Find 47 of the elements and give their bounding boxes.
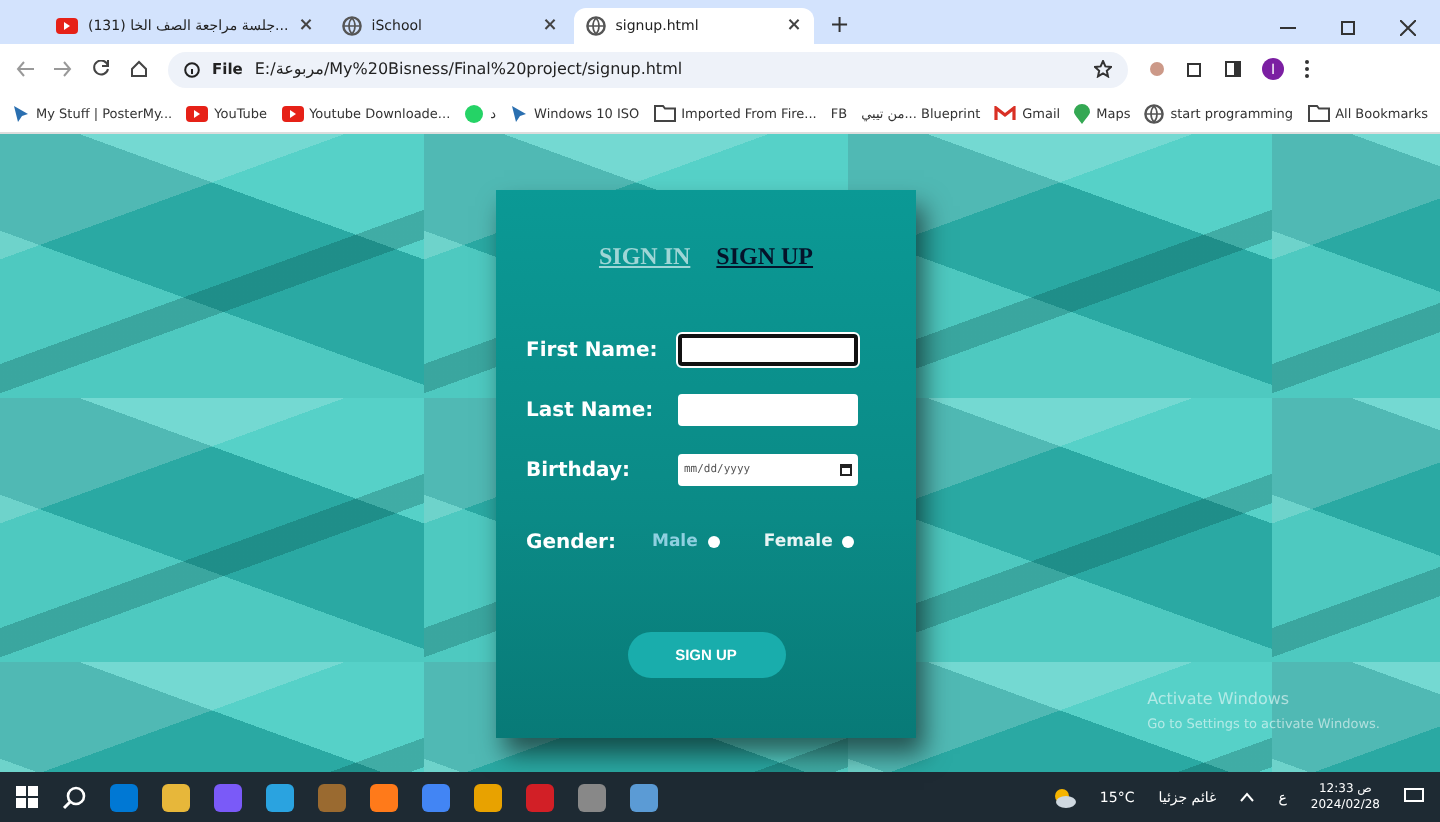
start-icon[interactable] <box>16 786 38 808</box>
globe-icon <box>341 16 362 36</box>
globe-icon <box>585 16 606 36</box>
info-icon[interactable] <box>184 61 200 77</box>
taskbar-app-icon[interactable] <box>214 783 242 811</box>
radio-option[interactable]: Female <box>763 532 855 552</box>
weather-icon <box>1051 787 1076 807</box>
video-icon <box>281 105 304 121</box>
close-icon[interactable] <box>1400 20 1416 36</box>
new-tab-button[interactable]: + <box>817 10 862 44</box>
gender-label: Gender: <box>526 531 616 553</box>
search-icon[interactable] <box>62 785 86 809</box>
taskbar-app-icon[interactable] <box>474 783 502 811</box>
field-label: Last Name: <box>526 399 656 421</box>
taskbar-app-icon[interactable] <box>162 783 190 811</box>
home-icon[interactable] <box>130 60 148 78</box>
arrow-icon <box>12 103 30 123</box>
taskbar-app-icon[interactable] <box>630 783 658 811</box>
taskbar-app-icon[interactable] <box>578 783 606 811</box>
form-link[interactable]: SIGN UP <box>716 242 814 272</box>
forward-icon[interactable] <box>54 60 72 78</box>
caret-icon[interactable] <box>1240 792 1255 802</box>
text-field[interactable] <box>678 334 858 366</box>
field-label: Birthday: <box>526 459 632 481</box>
chat-icon <box>464 103 485 123</box>
menu-icon[interactable] <box>1304 60 1310 78</box>
pin-icon <box>1074 103 1091 123</box>
taskbar-app-icon[interactable] <box>370 783 398 811</box>
folder-icon <box>1307 104 1330 122</box>
back-icon[interactable] <box>16 60 34 78</box>
star-icon[interactable] <box>1094 60 1112 78</box>
reload-icon[interactable] <box>92 60 110 78</box>
mail-icon <box>994 105 1017 121</box>
restore-icon[interactable] <box>1340 20 1356 36</box>
globe-icon <box>1144 103 1165 123</box>
folder-icon <box>653 104 676 122</box>
arrow-icon <box>510 103 529 123</box>
field-label: First Name: <box>526 339 660 361</box>
url-text: E:/مربوعة/My%20Bisness/Final%20project/signup.html <box>254 60 683 78</box>
video-icon <box>56 18 78 34</box>
taskbar-app-icon[interactable] <box>110 783 138 811</box>
taskbar-app-icon[interactable] <box>422 783 450 811</box>
notification-icon[interactable] <box>1404 788 1424 806</box>
video-icon <box>186 105 209 121</box>
side-panel-icon[interactable] <box>1224 60 1242 78</box>
taskbar-app-icon[interactable] <box>266 783 294 811</box>
activation-title: Activate Windows <box>1147 688 1292 712</box>
